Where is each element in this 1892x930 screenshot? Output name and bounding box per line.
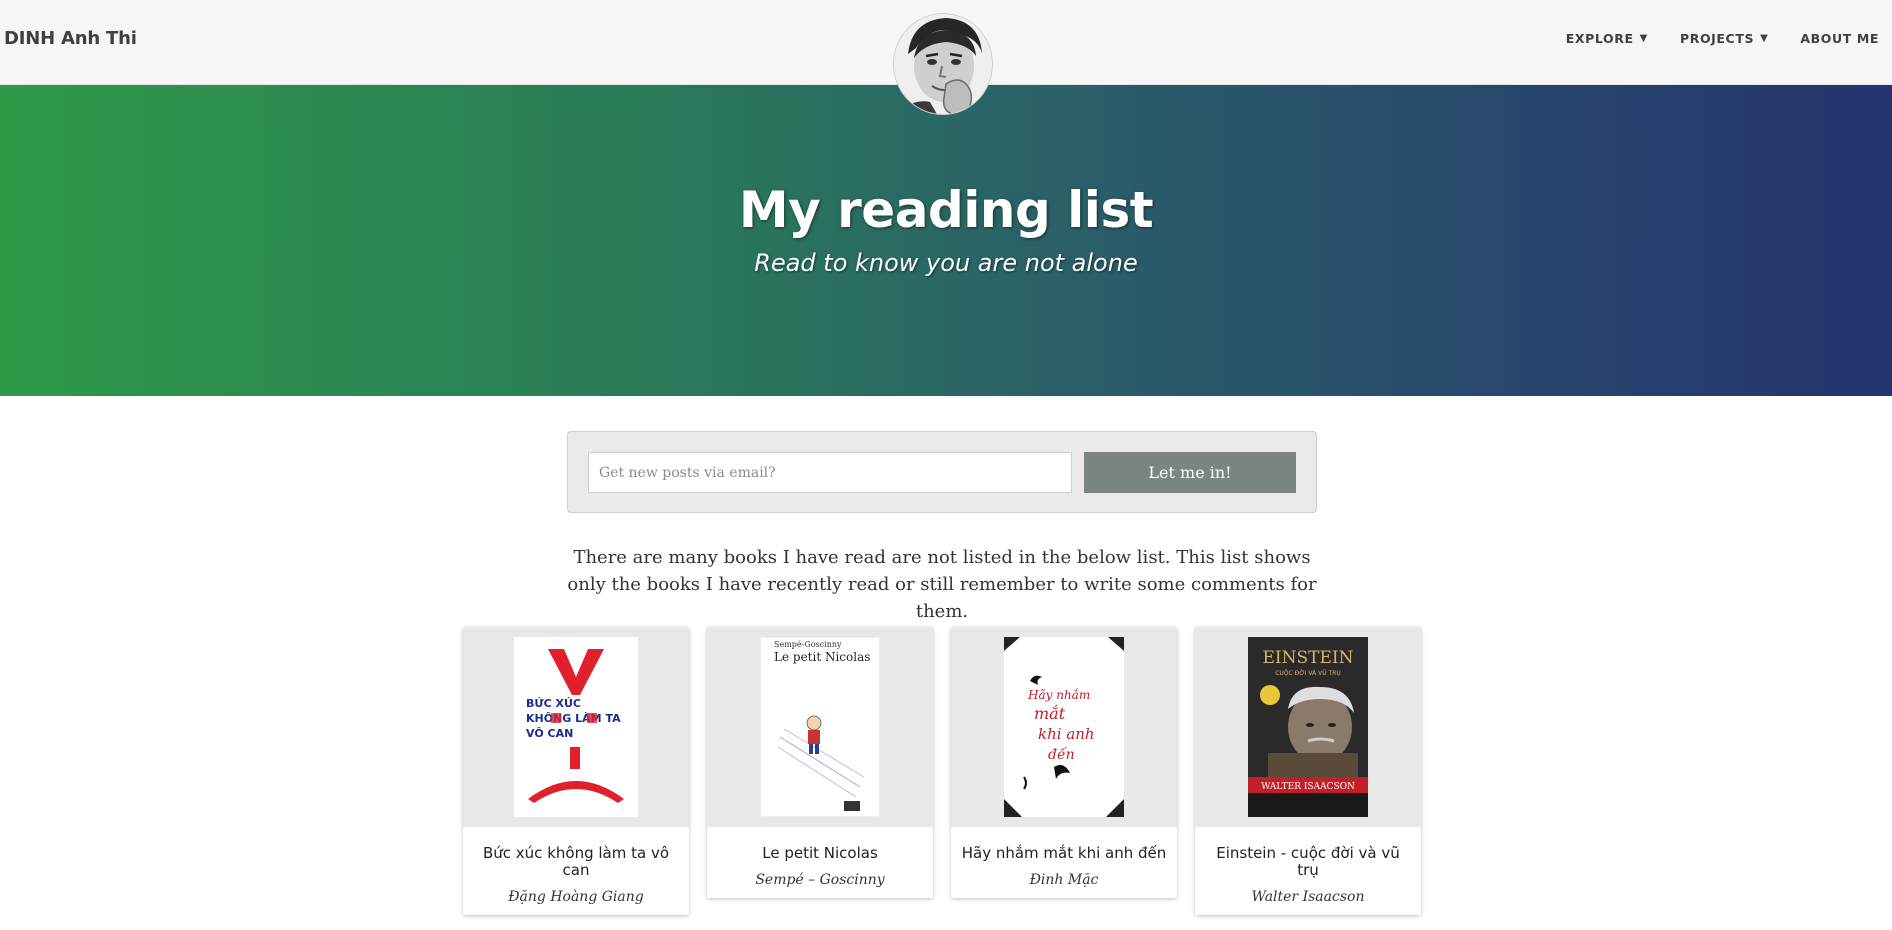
caret-down-icon: ▼	[1639, 33, 1648, 44]
nav-projects[interactable]: PROJECTS ▼	[1680, 31, 1768, 46]
cover-text: khi anh	[1038, 725, 1095, 743]
email-field[interactable]	[588, 452, 1072, 493]
book-cover-image[interactable]: Sempé-Goscinny Le petit Nicolas	[760, 637, 880, 817]
cover-text: Hãy nhắm	[1027, 687, 1090, 702]
book-title[interactable]: Bức xúc không làm ta vô can	[473, 845, 679, 879]
caret-down-icon: ▼	[1760, 33, 1769, 44]
book-cover-image[interactable]: EINSTEIN CUỘC ĐỜI VÀ VŨ TRỤ WALTER ISAAC…	[1248, 637, 1368, 817]
book-cover-frame: Hãy nhắm mắt khi anh đến	[951, 627, 1177, 827]
book-cover-frame: Sempé-Goscinny Le petit Nicolas	[707, 627, 933, 827]
book-cover-image[interactable]: BỨC XÚC KHÔNG LÀM TA VÔ CAN	[514, 637, 638, 817]
nav-about-me[interactable]: ABOUT ME	[1800, 31, 1879, 46]
nav-explore-label: EXPLORE	[1565, 31, 1634, 46]
cover-text: VÔ CAN	[526, 727, 573, 740]
book-card[interactable]: Hãy nhắm mắt khi anh đến Hãy nhắm mắt kh…	[951, 627, 1177, 898]
book-author: Walter Isaacson	[1251, 889, 1365, 905]
page-title: My reading list	[738, 181, 1154, 239]
cover-text: BỨC XÚC	[526, 697, 581, 710]
book-title[interactable]: Hãy nhắm mắt khi anh đến	[961, 845, 1167, 862]
cover-text: EINSTEIN	[1263, 648, 1354, 668]
book-title[interactable]: Einstein - cuộc đời và vũ trụ	[1205, 845, 1411, 879]
cover-text: WALTER ISAACSON	[1261, 782, 1355, 792]
book-card-body: Bức xúc không làm ta vô can Đặng Hoàng G…	[463, 827, 689, 915]
book-cover-frame: BỨC XÚC KHÔNG LÀM TA VÔ CAN	[463, 627, 689, 827]
cover-text: Le petit Nicolas	[774, 650, 870, 664]
cover-text: CUỘC ĐỜI VÀ VŨ TRỤ	[1275, 670, 1341, 677]
book-card-body: Le petit Nicolas Sempé – Goscinny	[707, 827, 933, 898]
main-nav: EXPLORE ▼ PROJECTS ▼ ABOUT ME	[1534, 31, 1879, 46]
email-subscribe-form: Let me in!	[567, 431, 1317, 513]
book-author: Đinh Mặc	[1029, 872, 1099, 888]
nav-about-me-label: ABOUT ME	[1800, 31, 1879, 46]
page-subtitle: Read to know you are not alone	[754, 249, 1138, 277]
book-card[interactable]: BỨC XÚC KHÔNG LÀM TA VÔ CAN Bức xúc khôn…	[463, 627, 689, 915]
subscribe-button[interactable]: Let me in!	[1084, 452, 1296, 493]
nav-explore[interactable]: EXPLORE ▼	[1566, 31, 1648, 46]
hero-banner: My reading list Read to know you are not…	[0, 85, 1892, 396]
cover-text: KHÔNG LÀM TA	[526, 712, 621, 725]
book-cover-image[interactable]: Hãy nhắm mắt khi anh đến	[1004, 637, 1124, 817]
book-cover-frame: EINSTEIN CUỘC ĐỜI VÀ VŨ TRỤ WALTER ISAAC…	[1195, 627, 1421, 827]
cover-text: đến	[1048, 746, 1075, 763]
intro-text: There are many books I have read are not…	[567, 547, 1317, 622]
site-brand-link[interactable]: DINH Anh Thi	[4, 28, 137, 49]
book-card-body: Hãy nhắm mắt khi anh đến Đinh Mặc	[951, 827, 1177, 898]
book-card[interactable]: EINSTEIN CUỘC ĐỜI VÀ VŨ TRỤ WALTER ISAAC…	[1195, 627, 1421, 915]
avatar-portrait-image	[894, 14, 992, 114]
book-title[interactable]: Le petit Nicolas	[717, 845, 923, 862]
book-card-body: Einstein - cuộc đời và vũ trụ Walter Isa…	[1195, 827, 1421, 915]
book-author: Sempé – Goscinny	[755, 872, 885, 888]
book-card[interactable]: Sempé-Goscinny Le petit Nicolas Le petit…	[707, 627, 933, 898]
cover-text: mắt	[1034, 704, 1066, 723]
book-author: Đặng Hoàng Giang	[508, 889, 644, 905]
avatar[interactable]	[893, 13, 993, 115]
nav-projects-label: PROJECTS	[1679, 31, 1755, 46]
cover-text: Sempé-Goscinny	[774, 640, 842, 649]
